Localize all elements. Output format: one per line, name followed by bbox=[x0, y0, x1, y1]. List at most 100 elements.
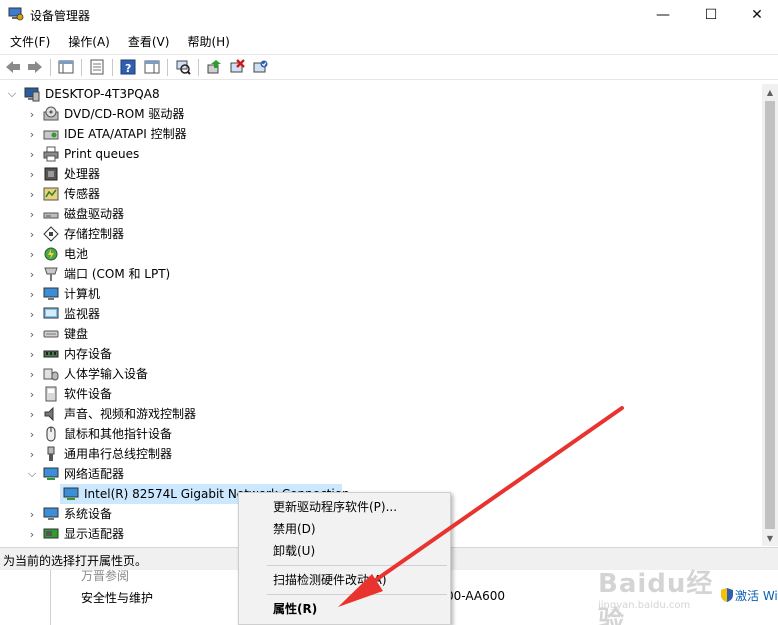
menu-help[interactable]: 帮助(H) bbox=[177, 31, 237, 53]
display-adapter-icon bbox=[43, 528, 59, 539]
minimize-button[interactable]: — bbox=[640, 0, 686, 30]
tree-item-label: 通用串行总线控制器 bbox=[64, 447, 173, 461]
expand-chevron-icon[interactable]: › bbox=[27, 144, 37, 164]
context-menu: 更新驱动程序软件(P)... 禁用(D) 卸载(U) 扫描检测硬件改动(A) 属… bbox=[238, 492, 451, 625]
tree-item-print-queues[interactable]: › Print queues bbox=[0, 144, 760, 164]
maximize-button[interactable]: ☐ bbox=[688, 0, 734, 30]
tree-item-sound[interactable]: › 声音、视频和游戏控制器 bbox=[0, 404, 760, 424]
back-button[interactable] bbox=[4, 58, 22, 76]
menu-disable[interactable]: 禁用(D) bbox=[239, 518, 450, 540]
device-manager-app-icon bbox=[8, 7, 24, 21]
disable-toolbar-button[interactable] bbox=[228, 58, 246, 76]
expand-chevron-icon[interactable]: › bbox=[27, 164, 37, 184]
tree-root[interactable]: ⌵ DESKTOP-4T3PQA8 bbox=[0, 84, 760, 104]
menu-separator bbox=[267, 594, 447, 595]
hid-icon bbox=[43, 368, 59, 381]
tree-item-keyboard[interactable]: › 键盘 bbox=[0, 324, 760, 344]
tree-item-disk-drives[interactable]: › 磁盘驱动器 bbox=[0, 204, 760, 224]
help-toolbar-button[interactable]: ? bbox=[119, 58, 137, 76]
toolbar-separator bbox=[81, 59, 82, 76]
tree-item-storage-controllers[interactable]: › 存储控制器 bbox=[0, 224, 760, 244]
forward-button[interactable] bbox=[26, 58, 44, 76]
scroll-up-icon[interactable]: ▲ bbox=[762, 84, 778, 100]
collapse-icon[interactable]: ⌵ bbox=[7, 84, 17, 104]
tree-item-mice[interactable]: › 鼠标和其他指针设备 bbox=[0, 424, 760, 444]
expand-chevron-icon[interactable]: › bbox=[27, 424, 37, 444]
menu-action[interactable]: 操作(A) bbox=[58, 31, 118, 53]
menu-uninstall[interactable]: 卸载(U) bbox=[239, 540, 450, 562]
tree-item-label: 系统设备 bbox=[64, 507, 113, 521]
tree-item-processor[interactable]: › 处理器 bbox=[0, 164, 760, 184]
expand-chevron-icon[interactable]: › bbox=[27, 264, 37, 284]
close-icon: ✕ bbox=[751, 7, 763, 23]
window-title: 设备管理器 bbox=[30, 9, 91, 23]
tree-item-software-devices[interactable]: › 软件设备 bbox=[0, 384, 760, 404]
tree-item-label: DVD/CD-ROM 驱动器 bbox=[64, 107, 185, 121]
tree-item-computer[interactable]: › 计算机 bbox=[0, 284, 760, 304]
tree-item-label: 人体学输入设备 bbox=[64, 367, 149, 381]
menu-scan-hardware[interactable]: 扫描检测硬件改动(A) bbox=[239, 569, 450, 591]
expand-chevron-icon[interactable]: › bbox=[27, 524, 37, 544]
expand-chevron-icon[interactable]: › bbox=[27, 404, 37, 424]
tree-item-network-adapters[interactable]: ⌵ 网络适配器 bbox=[0, 464, 760, 484]
tree-item-label: 网络适配器 bbox=[64, 467, 125, 481]
activate-windows-link[interactable]: 激活 Wi bbox=[735, 587, 778, 604]
tree-item-dvd[interactable]: › DVD/CD-ROM 驱动器 bbox=[0, 104, 760, 124]
expand-chevron-icon[interactable]: › bbox=[27, 224, 37, 244]
tree-item-ide[interactable]: › IDE ATA/ATAPI 控制器 bbox=[0, 124, 760, 144]
scroll-down-icon[interactable]: ▼ bbox=[762, 530, 778, 546]
scan-hardware-icon bbox=[176, 60, 191, 75]
expand-chevron-icon[interactable]: › bbox=[27, 344, 37, 364]
baidu-watermark: Baidu经验 jingyan.baidu.com bbox=[590, 545, 740, 625]
close-button[interactable]: ✕ bbox=[734, 0, 778, 30]
properties-toolbar-button[interactable] bbox=[88, 58, 106, 76]
expand-chevron-icon[interactable]: › bbox=[27, 324, 37, 344]
expand-chevron-icon[interactable]: › bbox=[27, 204, 37, 224]
menu-properties[interactable]: 属性(R) bbox=[239, 598, 450, 620]
console-tree-icon bbox=[58, 60, 74, 74]
expand-chevron-icon[interactable]: › bbox=[27, 444, 37, 464]
expand-chevron-icon[interactable]: › bbox=[27, 304, 37, 324]
tree-item-battery[interactable]: › 电池 bbox=[0, 244, 760, 264]
enable-device-icon bbox=[253, 60, 268, 73]
expand-chevron-icon[interactable]: › bbox=[27, 104, 37, 124]
scrollbar-thumb[interactable] bbox=[765, 101, 775, 529]
vertical-scrollbar[interactable]: ▲ ▼ bbox=[762, 84, 778, 546]
display-monitor-icon bbox=[43, 307, 59, 319]
expand-chevron-icon[interactable]: › bbox=[27, 124, 37, 144]
ide-controller-icon bbox=[43, 130, 59, 140]
background-security-label[interactable]: 安全性与维护 bbox=[81, 589, 153, 606]
scan-toolbar-button[interactable] bbox=[174, 58, 192, 76]
expand-chevron-icon[interactable]: › bbox=[27, 244, 37, 264]
expand-chevron-icon[interactable]: › bbox=[27, 384, 37, 404]
menu-update-driver[interactable]: 更新驱动程序软件(P)... bbox=[239, 496, 450, 518]
system-device-icon bbox=[43, 507, 59, 520]
tree-item-label: 传感器 bbox=[64, 187, 101, 201]
tree-item-ports[interactable]: › 端口 (COM 和 LPT) bbox=[0, 264, 760, 284]
background-code-text: 00-AA600 bbox=[446, 589, 505, 603]
tree-item-sensors[interactable]: › 传感器 bbox=[0, 184, 760, 204]
printer-icon bbox=[43, 146, 59, 162]
menu-view[interactable]: 查看(V) bbox=[118, 31, 178, 53]
menu-file[interactable]: 文件(F) bbox=[0, 31, 58, 53]
svg-text:?: ? bbox=[125, 62, 131, 75]
action-pane-button[interactable] bbox=[143, 58, 161, 76]
tree-item-usb[interactable]: › 通用串行总线控制器 bbox=[0, 444, 760, 464]
show-hide-tree-button[interactable] bbox=[57, 58, 75, 76]
update-driver-toolbar-button[interactable] bbox=[205, 58, 223, 76]
enable-toolbar-button[interactable] bbox=[251, 58, 269, 76]
expand-chevron-icon[interactable]: › bbox=[27, 284, 37, 304]
tree-item-hid[interactable]: › 人体学输入设备 bbox=[0, 364, 760, 384]
dvd-drive-icon bbox=[43, 106, 59, 121]
tree-item-memory[interactable]: › 内存设备 bbox=[0, 344, 760, 364]
tree-item-label: 声音、视频和游戏控制器 bbox=[64, 407, 197, 421]
expand-chevron-icon[interactable]: › bbox=[27, 364, 37, 384]
tree-item-label: 监视器 bbox=[64, 307, 101, 321]
tree-item-monitors[interactable]: › 监视器 bbox=[0, 304, 760, 324]
toolbar: ? bbox=[0, 54, 778, 80]
expand-chevron-icon[interactable]: › bbox=[27, 504, 37, 524]
update-driver-icon bbox=[207, 60, 221, 74]
expand-chevron-icon[interactable]: › bbox=[27, 184, 37, 204]
collapse-chevron-icon[interactable]: ⌵ bbox=[27, 464, 37, 484]
port-icon bbox=[44, 267, 58, 281]
